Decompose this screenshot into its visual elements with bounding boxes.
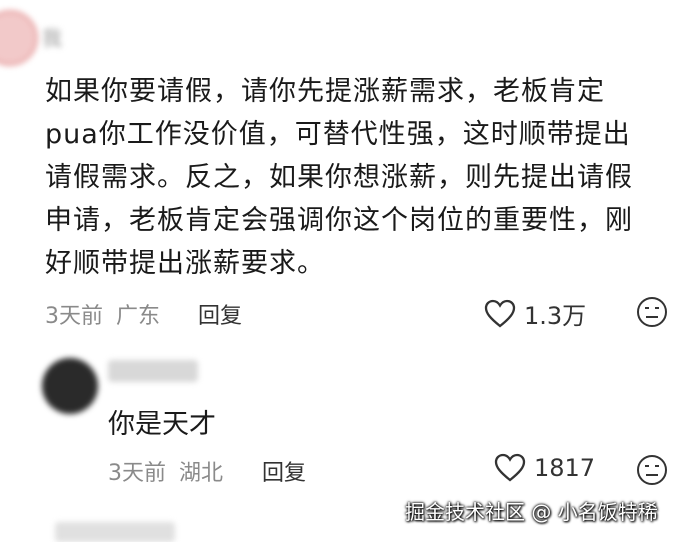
reply-avatar[interactable] [42, 358, 98, 414]
like-button[interactable]: 1.3万 [484, 296, 586, 331]
avatar[interactable] [0, 10, 38, 66]
reply-text: 你是天才 [108, 409, 216, 440]
location: 湖北 [179, 461, 224, 486]
watermark: 掘金技术社区 @ 小名饭特稀 [405, 500, 658, 524]
reply-button[interactable]: 回复 [198, 298, 242, 330]
like-count: 1.3万 [524, 302, 587, 330]
location: 广东 [116, 304, 161, 329]
timestamp: 3天前 [108, 461, 166, 486]
comment-meta: 3天前 广东 [45, 298, 160, 330]
like-button[interactable]: 1817 [494, 453, 595, 483]
reply-meta: 3天前 湖北 [108, 455, 223, 487]
like-count: 1817 [534, 454, 596, 482]
heart-icon [494, 453, 526, 482]
username[interactable]: 我 [42, 22, 62, 51]
heart-icon [484, 299, 516, 327]
emoji-react-icon[interactable] [636, 454, 668, 490]
reply-button[interactable]: 回复 [262, 455, 306, 487]
comment-text: 如果你要请假，请你先提涨薪需求，老板肯定 pua你工作没价值，可替代性强，这时顺… [45, 76, 633, 279]
timestamp: 3天前 [45, 304, 103, 329]
emoji-react-icon[interactable] [636, 296, 668, 332]
next-comment-username[interactable] [55, 522, 175, 542]
reply-username[interactable] [108, 360, 198, 382]
